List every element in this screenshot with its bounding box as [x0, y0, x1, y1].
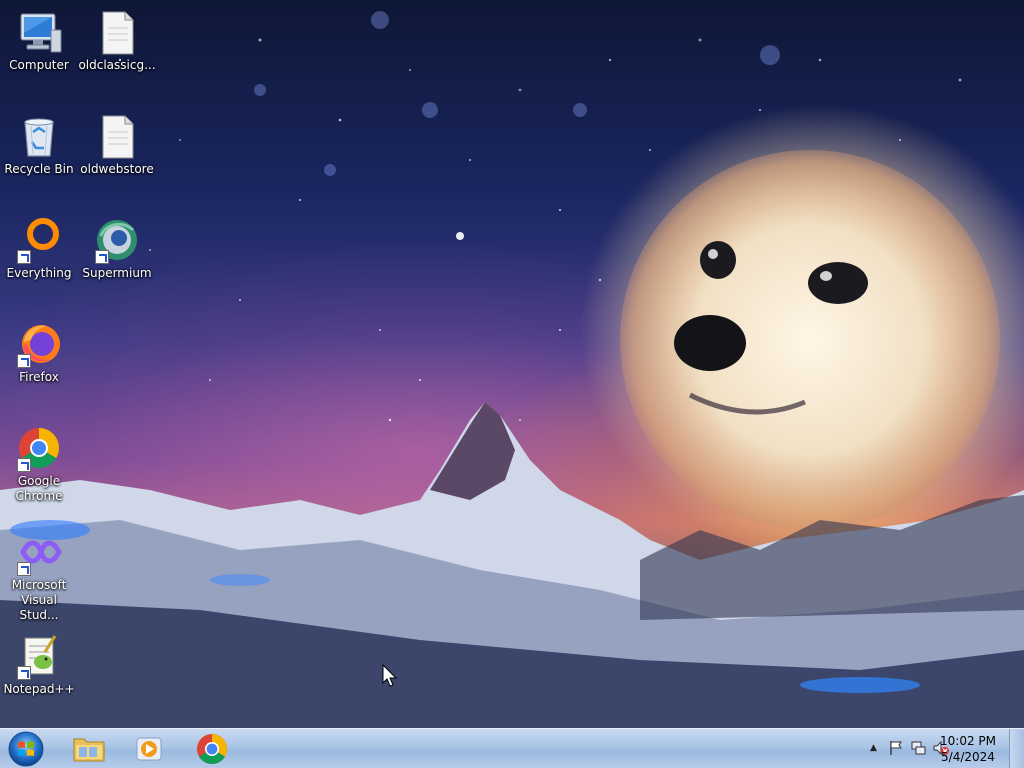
recycle-bin-icon — [15, 112, 63, 160]
taskbar[interactable]: ▲ 10:02 PM 5/4/2024 — [0, 728, 1024, 768]
clock-date: 5/4/2024 — [941, 750, 995, 764]
mouse-cursor-icon — [382, 664, 398, 687]
desktop-icon-label: Microsoft Visual Stud... — [11, 578, 67, 622]
folder-icon — [73, 738, 105, 762]
everything-icon — [15, 216, 63, 264]
notepadpp-icon — [15, 632, 63, 680]
firefox-icon — [15, 320, 63, 368]
desktop-icon-label: Recycle Bin — [4, 162, 74, 176]
computer-icon — [15, 8, 63, 56]
desktop-icon-label: oldclassicg... — [78, 58, 156, 72]
chrome-icon — [197, 734, 228, 765]
taskbar-media-player[interactable] — [120, 731, 178, 767]
wallpaper-mountains — [0, 402, 1024, 730]
show-hidden-icons-button[interactable]: ▲ — [870, 743, 877, 753]
desktop-icon-supermium[interactable]: Supermium — [78, 216, 156, 281]
taskbar-file-explorer[interactable] — [60, 731, 118, 767]
windows-start-icon — [8, 731, 44, 767]
desktop-icon-google-chrome[interactable]: Google Chrome — [0, 424, 78, 504]
system-tray[interactable]: ▲ 10:02 PM 5/4/2024 — [834, 729, 1024, 768]
desktop-icon-label: Notepad++ — [3, 682, 75, 696]
desktop-icon-label: Firefox — [19, 370, 59, 384]
network-icon[interactable] — [910, 740, 926, 756]
shortcut-arrow-icon — [17, 354, 31, 368]
desktop-icon-label: Everything — [6, 266, 72, 280]
desktop-icon-computer[interactable]: Computer — [0, 8, 78, 73]
shortcut-arrow-icon — [17, 250, 31, 264]
desktop-icon-notepadpp[interactable]: Notepad++ — [0, 632, 78, 697]
desktop-icon-label: Supermium — [82, 266, 152, 280]
taskbar-chrome[interactable] — [183, 731, 241, 767]
file-icon — [93, 8, 141, 56]
desktop-icon-everything[interactable]: Everything — [0, 216, 78, 281]
desktop-icon-label: oldwebstore — [80, 162, 154, 176]
desktop-icon-recycle-bin[interactable]: Recycle Bin — [0, 112, 78, 177]
shortcut-arrow-icon — [17, 458, 31, 472]
start-button[interactable] — [4, 730, 48, 768]
visual-studio-icon — [15, 528, 63, 576]
desktop-icon-label: Google Chrome — [15, 474, 63, 503]
clock-time: 10:02 PM — [940, 734, 996, 748]
shortcut-arrow-icon — [95, 250, 109, 264]
chrome-icon — [15, 424, 63, 472]
desktop[interactable]: Computer Recycle Bin Everything Firefox … — [0, 0, 1024, 768]
taskbar-clock[interactable]: 10:02 PM 5/4/2024 — [938, 733, 998, 765]
supermium-icon — [93, 216, 141, 264]
desktop-icon-label: Computer — [9, 58, 69, 72]
file-icon — [93, 112, 141, 160]
action-center-flag-icon[interactable] — [888, 740, 904, 756]
desktop-icon-oldwebstore[interactable]: oldwebstore — [78, 112, 156, 177]
show-desktop-button[interactable] — [1009, 729, 1024, 768]
media-player-icon — [136, 737, 162, 761]
desktop-icon-oldclassicgame[interactable]: oldclassicg... — [78, 8, 156, 73]
shortcut-arrow-icon — [17, 562, 31, 576]
desktop-icon-firefox[interactable]: Firefox — [0, 320, 78, 385]
shortcut-arrow-icon — [17, 666, 31, 680]
desktop-icon-visual-studio[interactable]: Microsoft Visual Stud... — [0, 528, 78, 623]
